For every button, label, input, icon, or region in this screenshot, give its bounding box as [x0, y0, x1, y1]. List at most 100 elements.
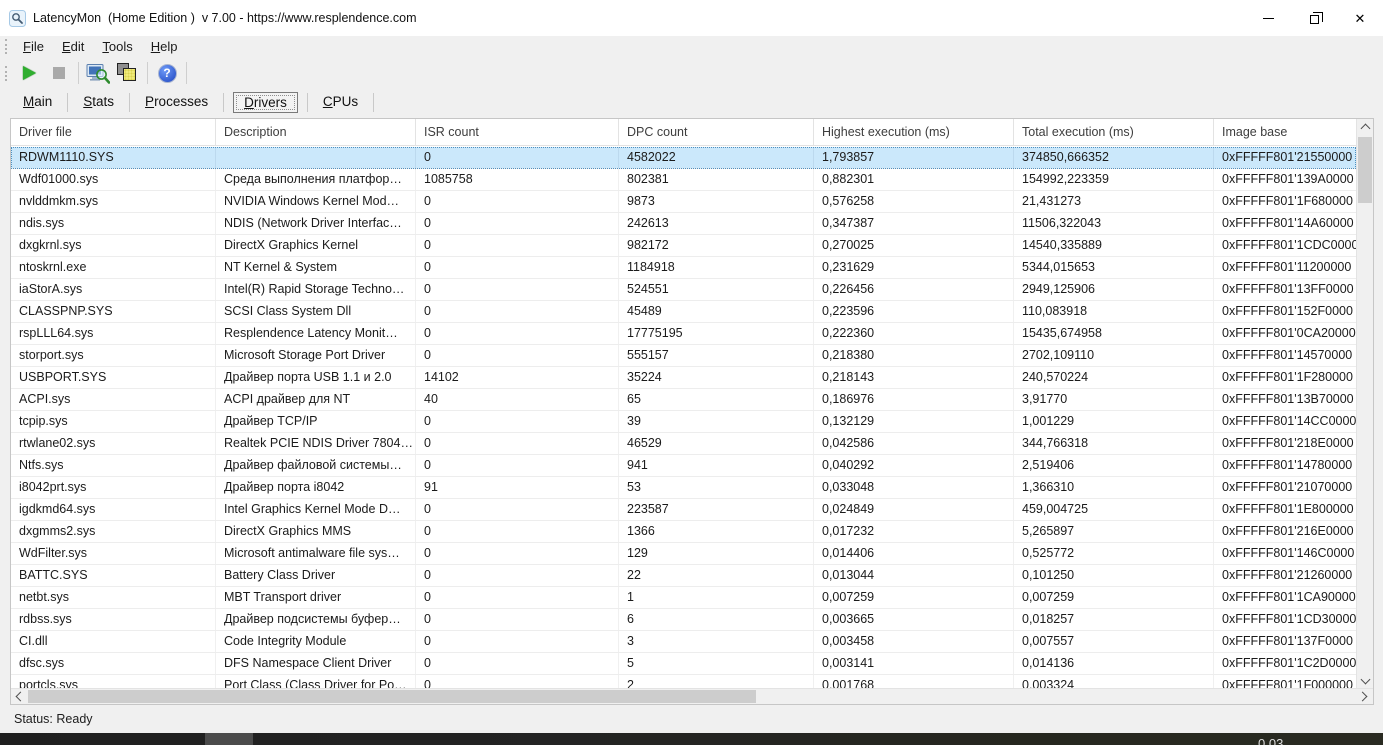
table-cell: 0 [416, 301, 619, 322]
table-row[interactable]: i8042prt.sys Драйвер порта i8042 91 53 0,033… [11, 477, 1356, 499]
column-header-4[interactable]: DPC count [619, 119, 814, 145]
help-icon: ? [157, 63, 177, 83]
table-cell: 0,003458 [814, 631, 1014, 652]
column-header-2[interactable]: Description [216, 119, 416, 145]
scroll-right-button[interactable] [1356, 689, 1372, 704]
table-cell: 0,226456 [814, 279, 1014, 300]
restore-button[interactable] [1291, 0, 1337, 36]
table-cell: dxgmms2.sys [11, 521, 216, 542]
column-header-5[interactable]: Highest execution (ms) [814, 119, 1014, 145]
table-row[interactable]: ndis.sys NDIS (Network Driver Interfac… 0 2… [11, 213, 1356, 235]
table-cell: dxgkrnl.sys [11, 235, 216, 256]
table-cell: 223587 [619, 499, 814, 520]
table-row[interactable]: dxgmms2.sys DirectX Graphics MMS 0 1366 0,01… [11, 521, 1356, 543]
table-cell: 0,347387 [814, 213, 1014, 234]
horizontal-scroll-thumb[interactable] [28, 690, 756, 703]
table-cell: Code Integrity Module [216, 631, 416, 652]
table-row[interactable]: portcls.sys Port Class (Class Driver for … [11, 675, 1356, 688]
table-cell: 14540,335889 [1014, 235, 1214, 256]
table-row[interactable]: ntoskrnl.exe NT Kernel & System 0 1184918 0,… [11, 257, 1356, 279]
table-cell: 0 [416, 147, 619, 168]
table-row[interactable]: RDWM1110.SYS 0 4582022 1,793857 374850,66635… [11, 147, 1356, 169]
table-row[interactable]: storport.sys Microsoft Storage Port Drive… [11, 345, 1356, 367]
table-row[interactable]: rtwlane02.sys Realtek PCIE NDIS Driver 78… [11, 433, 1356, 455]
tab-main[interactable]: Main [8, 90, 67, 114]
table-cell: RDWM1110.SYS [11, 147, 216, 168]
scroll-down-button[interactable] [1357, 672, 1373, 688]
toolbar-separator [147, 62, 148, 84]
table-cell: 5344,015653 [1014, 257, 1214, 278]
menu-edit[interactable]: Edit [53, 37, 93, 57]
minimize-button[interactable] [1245, 0, 1291, 36]
column-header-3[interactable]: ISR count [416, 119, 619, 145]
table-cell: 0,007259 [814, 587, 1014, 608]
table-body: RDWM1110.SYS 0 4582022 1,793857 374850,66635… [11, 147, 1356, 688]
report-button[interactable] [83, 60, 113, 86]
table-cell: Драйвер подсистемы буфер… [216, 609, 416, 630]
status-text: Status: Ready [14, 712, 93, 726]
table-cell: 40 [416, 389, 619, 410]
table-row[interactable]: rspLLL64.sys Resplendence Latency Monit… 0… [11, 323, 1356, 345]
table-row[interactable]: dfsc.sys DFS Namespace Client Driver 0 5 0,0… [11, 653, 1356, 675]
column-header-6[interactable]: Total execution (ms) [1014, 119, 1214, 145]
copy-button[interactable] [113, 60, 143, 86]
table-row[interactable]: igdkmd64.sys Intel Graphics Kernel Mode D… [11, 499, 1356, 521]
table-row[interactable]: WdFilter.sys Microsoft antimalware file s… [11, 543, 1356, 565]
table-cell: 0,013044 [814, 565, 1014, 586]
table-row[interactable]: BATTC.SYS Battery Class Driver 0 22 0,013044… [11, 565, 1356, 587]
table-row[interactable]: Ntfs.sys Драйвер файловой системы… 0 941 0,0… [11, 455, 1356, 477]
scroll-left-button[interactable] [11, 689, 27, 704]
column-header-7[interactable]: Image base [1214, 119, 1356, 145]
table-row[interactable]: CLASSPNP.SYS SCSI Class System Dll 0 45489 0… [11, 301, 1356, 323]
table-cell: 0 [416, 565, 619, 586]
vertical-scroll-thumb[interactable] [1358, 137, 1372, 203]
table-row[interactable]: dxgkrnl.sys DirectX Graphics Kernel 0 98217… [11, 235, 1356, 257]
table-cell: 65 [619, 389, 814, 410]
tab-stats[interactable]: Stats [68, 90, 129, 114]
table-cell: Intel(R) Rapid Storage Techno… [216, 279, 416, 300]
table-cell: 941 [619, 455, 814, 476]
table-cell: 0,042586 [814, 433, 1014, 454]
table-cell: storport.sys [11, 345, 216, 366]
table-cell: 0xFFFFF801'218E0000 [1214, 433, 1356, 454]
menu-help[interactable]: Help [142, 37, 187, 57]
table-cell: 5,265897 [1014, 521, 1214, 542]
table-cell: 0xFFFFF801'21260000 [1214, 565, 1356, 586]
table-cell: 0xFFFFF801'14570000 [1214, 345, 1356, 366]
table-row[interactable]: USBPORT.SYS Драйвер порта USB 1.1 и 2.0 14… [11, 367, 1356, 389]
table-cell: 0,003141 [814, 653, 1014, 674]
table-cell: rspLLL64.sys [11, 323, 216, 344]
table-cell: 0 [416, 543, 619, 564]
column-header-1[interactable]: Driver file [11, 119, 216, 145]
chevron-right-icon [1357, 691, 1368, 702]
tab-processes[interactable]: Processes [130, 90, 223, 114]
vertical-scrollbar[interactable] [1356, 119, 1373, 688]
table-cell: ACPI.sys [11, 389, 216, 410]
menu-tools[interactable]: Tools [93, 37, 141, 57]
help-button[interactable]: ? [152, 60, 182, 86]
table-row[interactable]: nvlddmkm.sys NVIDIA Windows Kernel Mod… 0 9… [11, 191, 1356, 213]
table-row[interactable]: netbt.sys MBT Transport driver 0 1 0,007259 0… [11, 587, 1356, 609]
stacked-front-square [123, 68, 136, 81]
table-cell: 0 [416, 675, 619, 688]
table-cell: 53 [619, 477, 814, 498]
table-row[interactable]: tcpip.sys Драйвер TCP/IP 0 39 0,132129 1,0012… [11, 411, 1356, 433]
table-row[interactable]: iaStorA.sys Intel(R) Rapid Storage Techno… [11, 279, 1356, 301]
table-row[interactable]: Wdf01000.sys Среда выполнения платфор… 108… [11, 169, 1356, 191]
menu-gripper[interactable] [5, 39, 9, 54]
toolbar-gripper[interactable] [5, 65, 9, 81]
app-icon[interactable] [9, 9, 26, 27]
stop-monitor-button[interactable] [44, 60, 74, 86]
table-cell: 0,882301 [814, 169, 1014, 190]
table-row[interactable]: CI.dll Code Integrity Module 0 3 0,003458 0,0… [11, 631, 1356, 653]
tab-cpus[interactable]: CPUs [308, 90, 373, 114]
tab-drivers[interactable]: Drivers [233, 91, 298, 113]
scroll-up-button[interactable] [1357, 119, 1373, 135]
table-row[interactable]: rdbss.sys Драйвер подсистемы буфер… 0 6 0,00… [11, 609, 1356, 631]
close-button[interactable]: ✕ [1337, 0, 1383, 36]
table-row[interactable]: ACPI.sys ACPI драйвер для NT 40 65 0,186976 3… [11, 389, 1356, 411]
start-monitor-button[interactable] [14, 60, 44, 86]
table-cell: 0xFFFFF801'139A0000 [1214, 169, 1356, 190]
menu-file[interactable]: File [14, 37, 53, 57]
horizontal-scrollbar[interactable] [11, 688, 1373, 704]
